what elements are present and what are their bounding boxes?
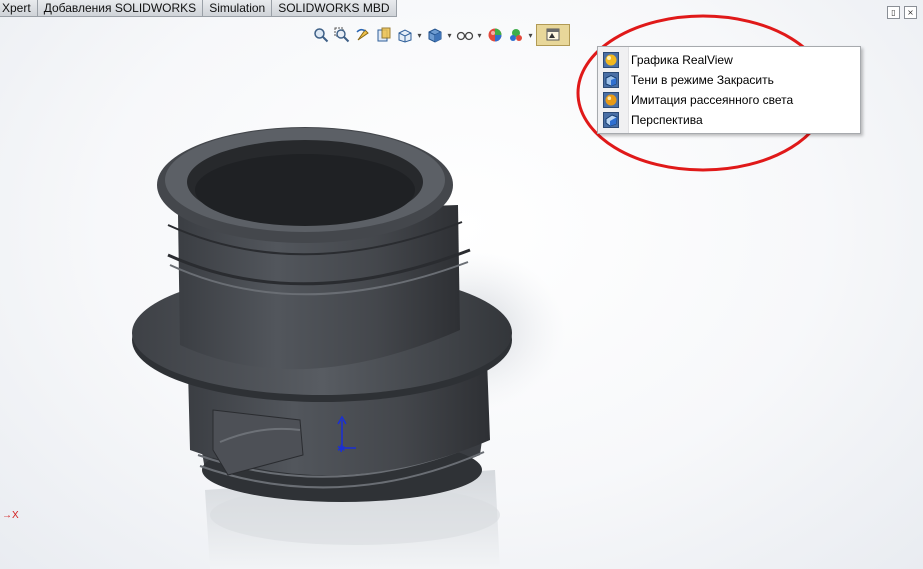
view-settings-menu: Графика RealView Тени в режиме Закрасить… [597, 46, 861, 134]
reference-triad: →X [2, 510, 19, 521]
menu-item-label: Графика RealView [631, 53, 733, 67]
menu-item-label: Имитация рассеянного света [631, 93, 794, 107]
ambient-occlusion-sphere-icon [601, 91, 621, 109]
realview-sphere-icon [601, 51, 621, 69]
part-model[interactable] [132, 127, 512, 502]
menu-item-realview[interactable]: Графика RealView [598, 50, 860, 70]
menu-item-label: Тени в режиме Закрасить [631, 73, 774, 87]
menu-item-shadows[interactable]: Тени в режиме Закрасить [598, 70, 860, 90]
triad-x-label: X [12, 510, 19, 521]
menu-item-perspective[interactable]: Перспектива [598, 110, 860, 130]
svg-text:✱: ✱ [337, 444, 345, 455]
menu-item-label: Перспектива [631, 113, 703, 127]
perspective-cube-icon [601, 111, 621, 129]
menu-item-ambient-occlusion[interactable]: Имитация рассеянного света [598, 90, 860, 110]
triad-arrow-icon: → [2, 510, 12, 521]
shadows-cube-icon [601, 71, 621, 89]
